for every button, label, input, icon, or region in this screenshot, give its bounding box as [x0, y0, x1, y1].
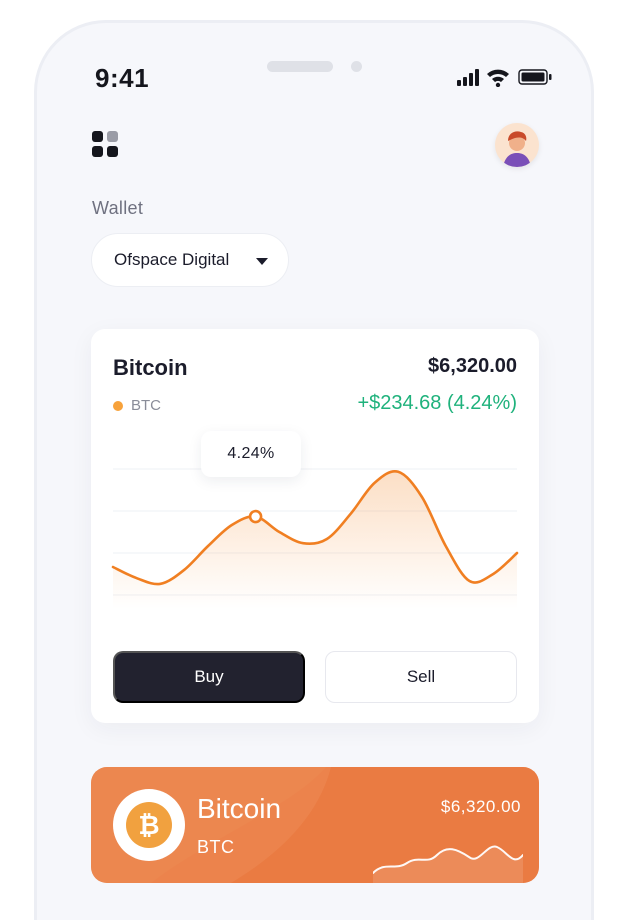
promo-card[interactable]: ₿ Bitcoin BTC $6,320.00 [91, 767, 539, 883]
wallet-select-value: Ofspace Digital [114, 250, 230, 269]
price-chart[interactable] [91, 429, 539, 619]
chart-highlight-point [248, 509, 263, 524]
chart-tooltip: 4.24% [201, 431, 301, 477]
asset-symbol: BTC [131, 397, 161, 414]
promo-sparkline [373, 845, 523, 883]
status-bar: 9:41 [37, 23, 591, 103]
asset-card: Bitcoin $6,320.00 BTC +$234.68 (4.24%) 4… [91, 329, 539, 723]
grid-menu-icon[interactable] [92, 131, 120, 159]
promo-name: Bitcoin [197, 793, 282, 824]
chevron-down-icon [256, 258, 268, 265]
wallet-select[interactable]: Ofspace Digital [91, 233, 289, 287]
bitcoin-coin-icon: ₿ [113, 789, 185, 861]
sell-button[interactable]: Sell [325, 651, 517, 703]
asset-change: +$234.68 (4.24%) [357, 392, 517, 414]
top-bar [37, 123, 591, 173]
promo-price: $6,320.00 [440, 797, 521, 816]
avatar-illustration [495, 123, 539, 167]
promo-symbol: BTC [197, 837, 235, 857]
asset-dot-icon [113, 400, 123, 411]
notch-camera [351, 61, 362, 72]
wifi-icon [487, 69, 509, 87]
battery-icon [518, 69, 552, 85]
signal-icon [457, 69, 479, 86]
asset-price: $6,320.00 [428, 355, 517, 377]
bitcoin-glyph: ₿ [126, 802, 172, 848]
user-avatar[interactable] [495, 123, 539, 167]
wallet-label: Wallet [92, 198, 144, 218]
buy-button[interactable]: Buy [113, 651, 305, 703]
status-time: 9:41 [95, 63, 150, 93]
asset-symbol-row: BTC [113, 397, 161, 414]
chart-area [113, 471, 517, 609]
status-icons [457, 69, 552, 87]
notch-speaker [267, 61, 333, 72]
phone-frame: 9:41 Wallet Ofspace Digital Bitcoin $6,3… [34, 20, 594, 920]
asset-name: Bitcoin [113, 355, 188, 380]
